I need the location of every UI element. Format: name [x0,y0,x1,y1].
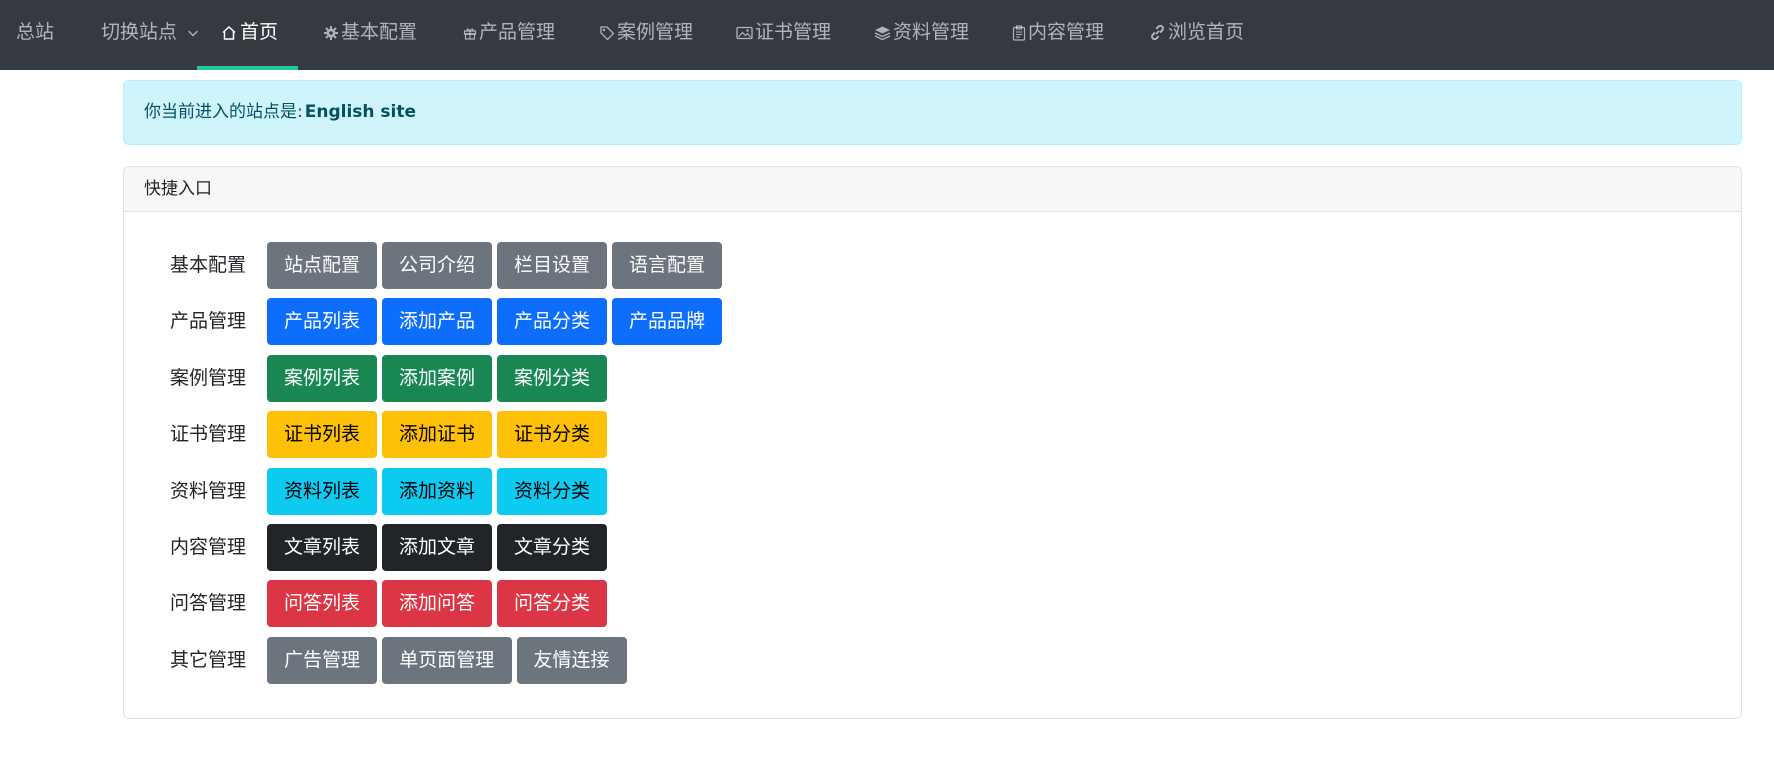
quick-link-button[interactable]: 问答分类 [497,580,607,628]
quick-link-button[interactable]: 添加文章 [382,524,492,571]
quick-link-button[interactable]: 文章分类 [497,524,607,571]
current-site-alert: 你当前进入的站点是: English site [123,80,1742,145]
quick-link-button[interactable]: 添加产品 [382,298,492,346]
group-label: 内容管理 [170,536,247,558]
quick-link-button[interactable]: 添加问答 [382,580,492,628]
quick-link-button[interactable]: 产品分类 [497,298,607,346]
switch-site-label: 切换站点 [101,21,178,43]
quick-link-button[interactable]: 栏目设置 [497,242,607,289]
nav-item-basic-config[interactable]: 基本配置 [323,0,417,70]
switch-site-dropdown[interactable]: 切换站点 [101,0,201,70]
quick-link-button[interactable]: 问答列表 [267,580,377,628]
group-label: 证书管理 [170,423,247,446]
quick-link-button[interactable]: 广告管理 [267,636,377,684]
alert-prefix: 你当前进入的站点是: [144,102,303,122]
nav-item-label: 首页 [240,21,279,43]
group-label: 产品管理 [170,310,247,333]
nav-item-documents[interactable]: 资料管理 [874,0,969,70]
image-icon [736,26,753,40]
quick-link-button[interactable]: 资料分类 [497,467,607,515]
quick-link-button[interactable]: 添加证书 [382,411,492,459]
layers-icon [874,25,891,41]
brand-link[interactable]: 总站 [16,0,54,70]
gear-icon [323,25,339,41]
current-site-name: English site [304,102,417,122]
nav-item-cases[interactable]: 案例管理 [599,0,693,70]
clipboard-icon [1012,24,1026,41]
nav-item-label: 产品管理 [479,21,556,43]
nav-item-home[interactable]: 首页 [220,0,278,70]
quick-link-button[interactable]: 资料列表 [267,467,377,515]
nav-item-browse-home[interactable]: 浏览首页 [1149,0,1244,70]
home-icon [220,24,238,42]
quick-link-button[interactable]: 站点配置 [267,242,377,289]
quick-link-button[interactable]: 证书列表 [267,411,377,459]
tag-icon [599,25,615,41]
nav-item-certificates[interactable]: 证书管理 [736,0,831,70]
group-label: 资料管理 [170,479,247,502]
nav-item-label: 内容管理 [1028,21,1105,43]
quick-link-button[interactable]: 产品品牌 [612,298,722,346]
nav-item-label: 案例管理 [617,21,694,43]
quick-link-button[interactable]: 案例列表 [267,354,377,402]
quick-link-button[interactable]: 添加案例 [382,354,492,402]
nav-item-label: 浏览首页 [1168,21,1245,43]
card-title: 快捷入口 [124,167,1741,212]
quick-link-button[interactable]: 添加资料 [382,467,492,515]
quick-link-button[interactable]: 证书分类 [497,411,607,459]
link-icon [1149,24,1166,41]
group-label: 案例管理 [170,366,247,389]
quick-link-button[interactable]: 语言配置 [612,242,722,289]
gift-icon [463,26,477,40]
group-label: 其它管理 [170,648,247,671]
quick-link-button[interactable]: 公司介绍 [382,242,492,289]
nav-item-label: 证书管理 [755,21,832,43]
quick-link-button[interactable]: 文章列表 [267,524,377,571]
group-label: 问答管理 [170,592,247,615]
nav-item-products[interactable]: 产品管理 [463,0,555,70]
nav-item-label: 基本配置 [341,21,418,43]
chevron-down-icon [187,27,199,39]
group-label: 基本配置 [170,254,247,276]
quick-entry-card: 快捷入口 基本配置 站点配置 公司介绍 栏目设置 语言配置产品管理 产品列表 添加产品 产品分… [123,166,1742,719]
quick-link-button[interactable]: 友情连接 [516,636,627,684]
quick-link-button[interactable]: 案例分类 [497,354,607,402]
nav-item-label: 资料管理 [893,21,970,43]
top-navbar: 总站 切换站点 首页 基本配置 产品管理 案例管理 证书管理 资料管理 内容管理… [0,0,1774,70]
quick-link-button[interactable]: 产品列表 [267,298,377,346]
quick-link-button[interactable]: 单页面管理 [382,636,512,684]
nav-item-content[interactable]: 内容管理 [1012,0,1104,70]
active-tab-indicator [197,66,298,70]
